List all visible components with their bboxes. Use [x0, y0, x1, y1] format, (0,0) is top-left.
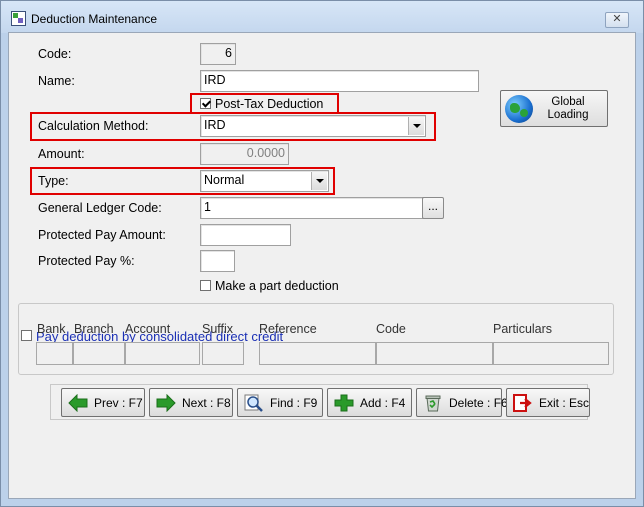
recycle-bin-icon — [425, 395, 441, 412]
exit-label: Exit : Esc — [539, 396, 590, 410]
chevron-down-icon[interactable] — [408, 117, 424, 135]
magnifier-icon — [244, 394, 263, 412]
title-bar: Deduction Maintenance ✕ — [1, 1, 643, 33]
column-header-suffix: Suffix — [202, 322, 234, 336]
suffix-field — [202, 342, 244, 365]
find-button[interactable]: Find : F9 — [237, 388, 323, 417]
exit-button[interactable]: Exit : Esc — [506, 388, 590, 417]
amount-field: 0.0000 — [200, 143, 289, 165]
bank-field — [36, 342, 73, 365]
global-loading-button[interactable]: Global Loading — [500, 90, 608, 127]
global-loading-label: Global Loading — [539, 96, 597, 122]
app-icon — [11, 11, 26, 26]
prev-label: Prev : F7 — [94, 396, 143, 410]
close-button[interactable]: ✕ — [605, 12, 629, 28]
type-label: Type: — [38, 174, 69, 188]
exit-icon — [513, 394, 532, 412]
delete-button[interactable]: Delete : F6 — [416, 388, 508, 417]
column-header-account: Account — [125, 322, 171, 336]
part-deduction-checkbox[interactable] — [200, 280, 211, 291]
gl-code-label: General Ledger Code: — [38, 201, 162, 215]
global-loading-line2: Loading — [547, 109, 589, 121]
gl-code-input[interactable]: 1 — [200, 197, 427, 219]
next-label: Next : F8 — [182, 396, 231, 410]
amount-label: Amount: — [38, 147, 85, 161]
global-loading-line1: Global — [551, 96, 585, 108]
particulars-field — [493, 342, 609, 365]
reference-field — [259, 342, 376, 365]
type-select[interactable]: Normal — [200, 170, 329, 192]
protected-amount-label: Protected Pay Amount: — [38, 228, 166, 242]
code-label: Code: — [38, 47, 72, 61]
arrow-right-icon — [156, 394, 176, 412]
column-header-particulars: Particulars — [493, 322, 553, 336]
chevron-down-icon[interactable] — [311, 172, 327, 190]
column-header-branch: Branch — [74, 322, 114, 336]
column-header-bank: Bank — [37, 322, 66, 336]
type-value: Normal — [204, 173, 245, 187]
calculation-method-select[interactable]: IRD — [200, 115, 426, 137]
account-field — [125, 342, 200, 365]
next-button[interactable]: Next : F8 — [149, 388, 233, 417]
protected-pct-input[interactable] — [200, 250, 235, 272]
name-input[interactable]: IRD — [200, 70, 479, 92]
part-deduction-label: Make a part deduction — [215, 279, 339, 293]
column-header-code: Code — [376, 322, 406, 336]
add-button[interactable]: Add : F4 — [327, 388, 412, 417]
prev-button[interactable]: Prev : F7 — [61, 388, 145, 417]
globe-icon — [505, 95, 533, 123]
direct-credit-checkbox[interactable] — [21, 330, 32, 341]
column-header-reference: Reference — [259, 322, 317, 336]
add-label: Add : F4 — [360, 396, 406, 410]
post-tax-checkbox[interactable] — [200, 98, 211, 109]
branch-field — [73, 342, 125, 365]
name-label: Name: — [38, 74, 75, 88]
protected-pct-label: Protected Pay %: — [38, 254, 135, 268]
gl-lookup-button[interactable]: ... — [422, 197, 444, 219]
find-label: Find : F9 — [270, 396, 318, 410]
protected-amount-input[interactable] — [200, 224, 291, 246]
close-icon: ✕ — [612, 13, 622, 25]
window-title: Deduction Maintenance — [31, 12, 158, 26]
delete-label: Delete : F6 — [449, 396, 508, 410]
plus-icon — [334, 394, 354, 412]
post-tax-label: Post-Tax Deduction — [215, 97, 324, 111]
calculation-method-value: IRD — [204, 118, 226, 132]
arrow-left-icon — [68, 394, 88, 412]
code-field-credit — [376, 342, 493, 365]
calculation-method-label: Calculation Method: — [38, 119, 149, 133]
code-field: 6 — [200, 43, 236, 65]
